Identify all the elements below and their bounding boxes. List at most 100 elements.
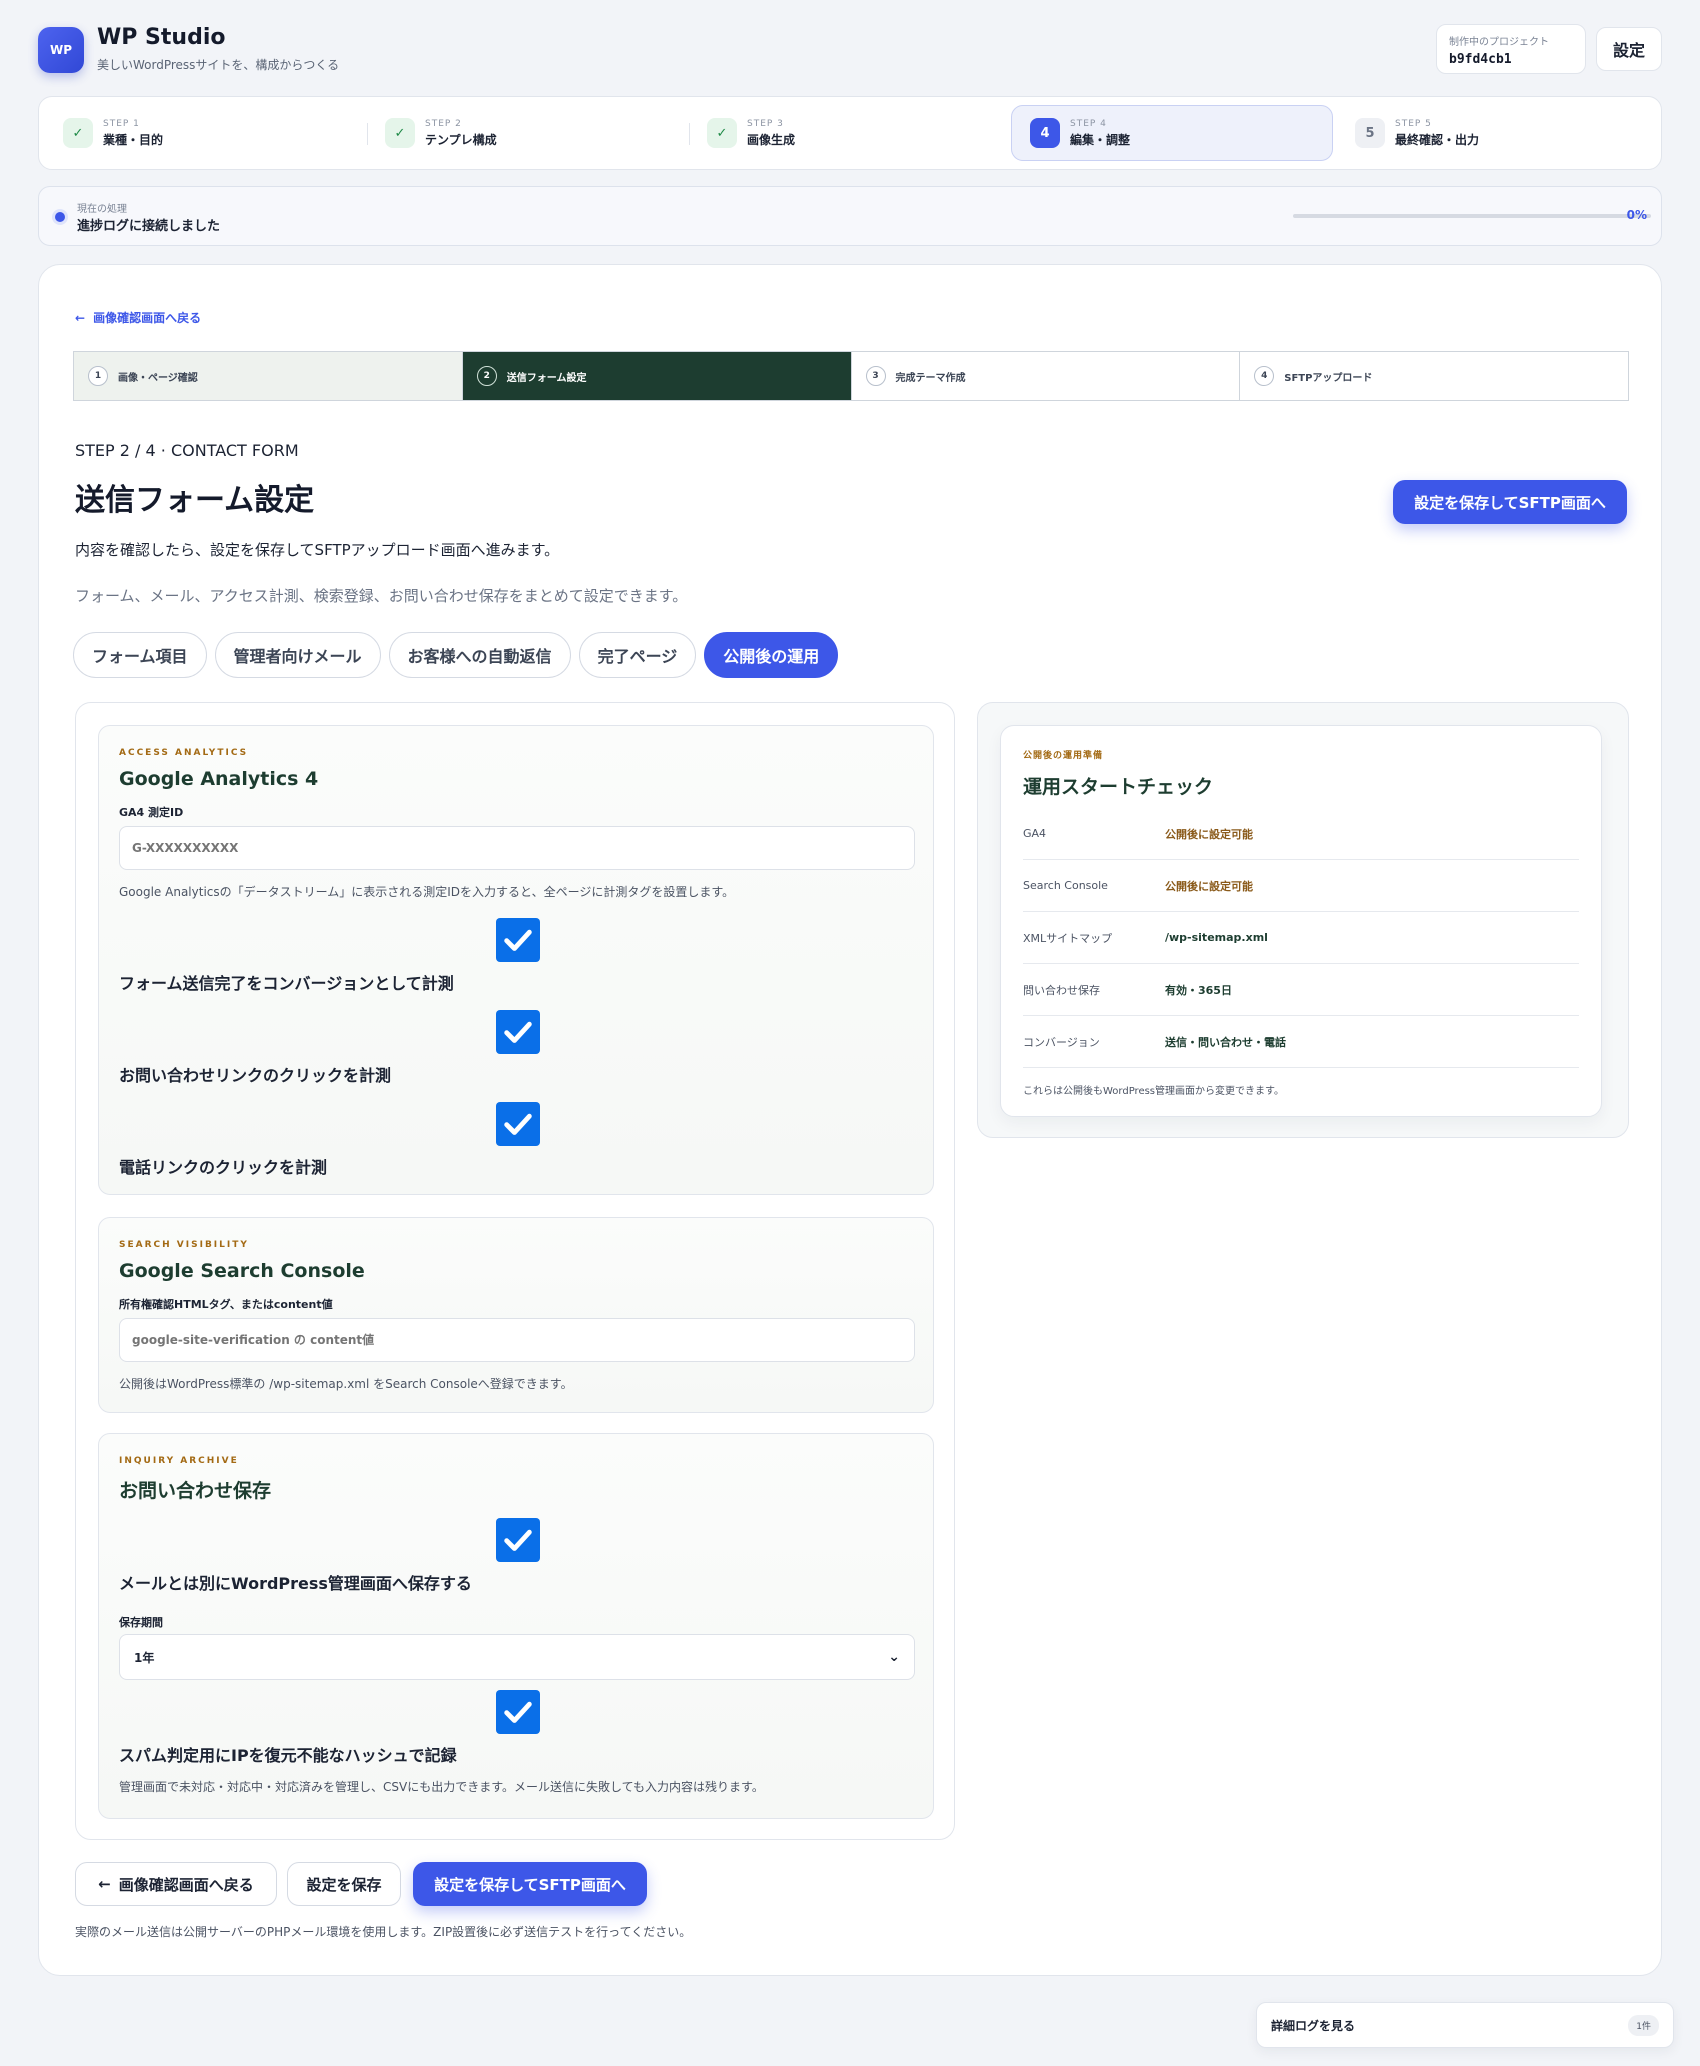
summary-title: 運用スタートチェック <box>1023 776 1214 798</box>
ga4-id-label: GA4 測定ID <box>119 806 184 819</box>
wizard-steps: ✓ STEP 1 業種・目的 ✓ STEP 2 テンプレ構成 ✓ STEP 3 画像生… <box>38 96 1662 170</box>
inquiry-archive-section: INQUIRY ARCHIVE お問い合わせ保存 メールとは別にWordPres… <box>98 1433 934 1819</box>
log-label: 詳細ログを見る <box>1271 2018 1356 2033</box>
summary-value: /wp-sitemap.xml <box>1165 931 1268 944</box>
step-label: 編集・調整 <box>1070 132 1131 147</box>
section-kicker: INQUIRY ARCHIVE <box>119 1456 239 1466</box>
summary-key: GA4 <box>1023 827 1047 840</box>
substep-label: SFTPアップロード <box>1284 372 1373 384</box>
substep-3[interactable]: 3 完成テーマ作成 <box>852 352 1241 400</box>
checkmark-icon <box>504 1113 532 1135</box>
section-title: Google Search Console <box>119 1260 365 1282</box>
checkmark-icon <box>504 1021 532 1043</box>
tab-auto-reply[interactable]: お客様への自動返信 <box>388 632 571 678</box>
check-icon: ✓ <box>385 118 415 148</box>
sitemap-help-text: 公開後はWordPress標準の /wp-sitemap.xml をSearch… <box>119 1377 573 1391</box>
save-button[interactable]: 設定を保存 <box>287 1862 401 1906</box>
progress-card: 現在の処理 進捗ログに接続しました 0% <box>38 186 1662 246</box>
verification-label: 所有権確認HTMLタグ、またはcontent値 <box>119 1298 333 1311</box>
progress-bar <box>1293 214 1651 218</box>
save-and-sftp-button[interactable]: 設定を保存してSFTP画面へ <box>1393 480 1627 524</box>
log-widget[interactable]: 詳細ログを見る 1件 <box>1256 2002 1674 2048</box>
phone-click-checkbox[interactable] <box>496 1102 540 1146</box>
progress-caption: 現在の処理 <box>77 204 127 215</box>
step-3[interactable]: ✓ STEP 3 画像生成 <box>689 105 999 161</box>
contact-click-checkbox[interactable] <box>496 1010 540 1054</box>
progress-percent: 0% <box>1626 208 1647 222</box>
app-title: WP Studio <box>97 25 226 50</box>
contact-click-checkbox-label: お問い合わせリンクのクリックを計測 <box>119 1066 392 1085</box>
substep-4[interactable]: 4 SFTPアップロード <box>1240 352 1628 400</box>
tab-post-launch[interactable]: 公開後の運用 <box>704 632 839 678</box>
step-label: 最終確認・出力 <box>1395 132 1480 147</box>
substep-label: 完成テーマ作成 <box>895 372 966 384</box>
tab-admin-mail[interactable]: 管理者向けメール <box>214 632 381 678</box>
save-to-wp-checkbox[interactable] <box>496 1518 540 1562</box>
substep-2[interactable]: 2 送信フォーム設定 <box>462 352 852 400</box>
summary-key: Search Console <box>1023 879 1108 892</box>
archive-help-text: 管理画面で未対応・対応中・対応済みを管理し、CSVにも出力できます。メール送信に… <box>119 1780 764 1794</box>
step-5[interactable]: 5 STEP 5 最終確認・出力 <box>1337 105 1647 161</box>
search-console-section: SEARCH VISIBILITY Google Search Console … <box>98 1217 934 1413</box>
summary-note: これらは公開後もWordPress管理画面から変更できます。 <box>1023 1086 1285 1097</box>
back-button[interactable]: ← 画像確認画面へ戻る <box>75 1862 277 1906</box>
summary-panel: 公開後の運用準備 運用スタートチェック GA4 公開後に設定可能 Search C… <box>977 702 1629 1138</box>
arrow-left-icon: ← <box>75 310 86 325</box>
app-subtitle: 美しいWordPressサイトを、構成からつくる <box>97 58 340 72</box>
summary-key: XMLサイトマップ <box>1023 931 1113 945</box>
project-indicator: 制作中のプロジェクト b9fd4cb1 <box>1436 24 1586 74</box>
summary-row: Search Console 公開後に設定可能 <box>1023 860 1579 912</box>
summary-kicker: 公開後の運用準備 <box>1023 751 1104 761</box>
step-2[interactable]: ✓ STEP 2 テンプレ構成 <box>367 105 677 161</box>
check-icon: ✓ <box>707 118 737 148</box>
step-caption: STEP 3 <box>747 118 784 129</box>
step-1[interactable]: ✓ STEP 1 業種・目的 <box>45 105 355 161</box>
retention-select[interactable]: 1年 ⌄ <box>119 1634 915 1680</box>
page-title: 送信フォーム設定 <box>75 483 315 518</box>
chevron-down-icon: ⌄ <box>888 1649 900 1665</box>
retention-label: 保存期間 <box>119 1616 163 1629</box>
project-caption: 制作中のプロジェクト <box>1449 37 1549 48</box>
step-4[interactable]: 4 STEP 4 編集・調整 <box>1011 105 1333 161</box>
step-number: 5 <box>1355 118 1385 148</box>
section-kicker: ACCESS ANALYTICS <box>119 748 249 758</box>
ga4-id-input[interactable] <box>119 826 915 870</box>
save-to-wp-checkbox-label: メールとは別にWordPress管理画面へ保存する <box>119 1574 472 1593</box>
step-label: テンプレ構成 <box>425 132 497 147</box>
project-id: b9fd4cb1 <box>1449 52 1512 67</box>
substep-number: 3 <box>865 366 886 386</box>
tab-bar: フォーム項目 管理者向けメール お客様への自動返信 完了ページ 公開後の運用 <box>73 632 839 678</box>
verification-input[interactable] <box>119 1318 915 1362</box>
back-link[interactable]: ← 画像確認画面へ戻る <box>75 309 201 326</box>
retention-value: 1年 <box>134 1650 155 1665</box>
settings-button[interactable]: 設定 <box>1596 27 1662 71</box>
substep-1[interactable]: 1 画像・ページ確認 <box>74 352 463 400</box>
summary-row: XMLサイトマップ/wp-sitemap.xml <box>1023 912 1579 964</box>
ip-hash-checkbox-label: スパム判定用にIPを復元不能なハッシュで記録 <box>119 1746 457 1765</box>
ga4-help-text: Google Analyticsの「データストリーム」に表示される測定IDを入力… <box>119 885 735 899</box>
back-button-label: 画像確認画面へ戻る <box>118 1875 254 1894</box>
back-link-label: 画像確認画面へ戻る <box>93 311 202 325</box>
status-dot-icon <box>55 212 65 222</box>
summary-value: 公開後に設定可能 <box>1165 879 1253 893</box>
summary-card: 公開後の運用準備 運用スタートチェック GA4 公開後に設定可能 Search C… <box>1000 725 1602 1117</box>
step-caption: STEP 2 <box>425 118 462 129</box>
summary-key: コンバージョン <box>1023 1035 1100 1049</box>
summary-row: コンバージョン 送信・問い合わせ・電話 <box>1023 1016 1579 1068</box>
ip-hash-checkbox[interactable] <box>496 1690 540 1734</box>
conversion-checkbox[interactable] <box>496 918 540 962</box>
substeps: 1 画像・ページ確認 2 送信フォーム設定 3 完成テーマ作成 4 SFTPアップロード <box>73 351 1629 401</box>
settings-panel: ACCESS ANALYTICS Google Analytics 4 GA4 … <box>75 702 955 1840</box>
substep-label: 画像・ページ確認 <box>118 372 198 384</box>
log-count-badge: 1件 <box>1628 2014 1659 2036</box>
tab-form-fields[interactable]: フォーム項目 <box>73 632 207 678</box>
step-label: 画像生成 <box>747 132 796 147</box>
tab-complete-page[interactable]: 完了ページ <box>578 632 697 678</box>
save-and-next-button[interactable]: 設定を保存してSFTP画面へ <box>413 1862 647 1906</box>
analytics-section: ACCESS ANALYTICS Google Analytics 4 GA4 … <box>98 725 934 1195</box>
section-kicker: SEARCH VISIBILITY <box>119 1240 249 1250</box>
phone-click-checkbox-label: 電話リンクのクリックを計測 <box>119 1158 328 1177</box>
checkmark-icon <box>504 1529 532 1551</box>
checkmark-icon <box>504 1701 532 1723</box>
substep-number: 1 <box>88 366 108 386</box>
